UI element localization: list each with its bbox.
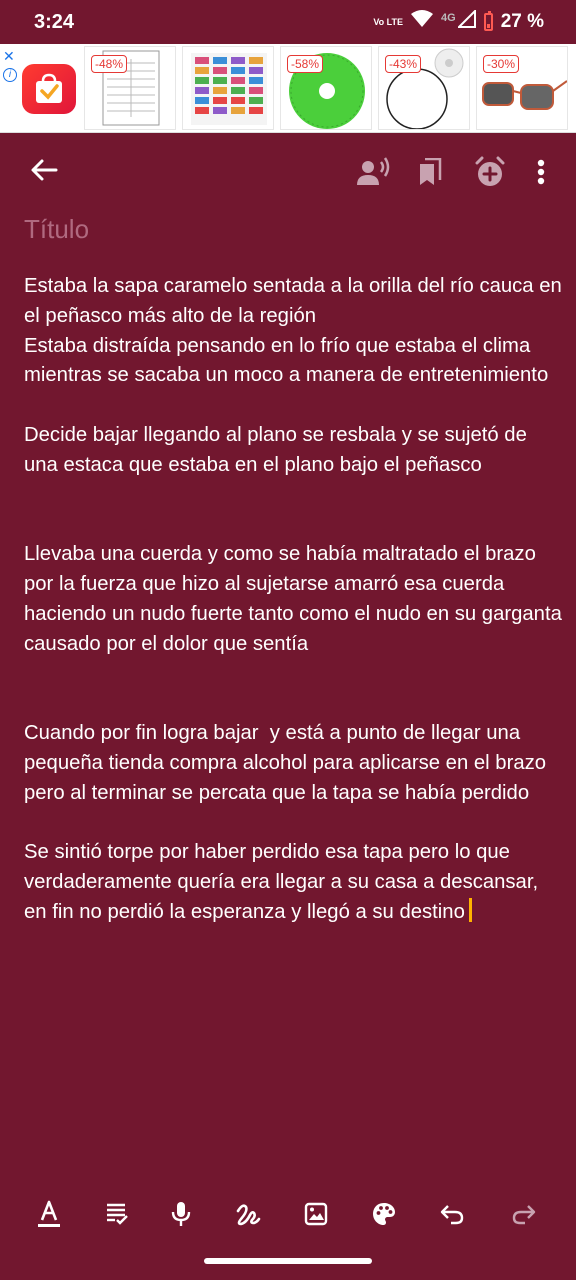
draw-button[interactable] — [230, 1196, 266, 1232]
undo-button[interactable] — [434, 1196, 470, 1232]
more-options-button[interactable] — [526, 154, 556, 190]
home-indicator[interactable] — [204, 1258, 372, 1264]
read-aloud-button[interactable] — [354, 154, 394, 190]
text-cursor — [468, 897, 472, 922]
voice-icon — [357, 157, 390, 185]
product-image — [191, 53, 267, 125]
redo-button[interactable] — [506, 1196, 542, 1232]
ad-app-logo[interactable] — [22, 64, 76, 114]
note-last-block: Se sintió torpe por haber perdido esa ta… — [24, 838, 564, 927]
arrow-back-icon — [31, 159, 58, 181]
image-icon — [304, 1202, 328, 1226]
bookmark-button[interactable] — [412, 154, 448, 190]
discount-badge: -43% — [385, 55, 422, 73]
text-format-icon — [38, 1200, 60, 1227]
note-body-editor[interactable]: Estaba la sapa caramelo sentada a la ori… — [24, 272, 564, 928]
redo-icon — [512, 1205, 536, 1225]
note-title-input[interactable]: Título — [24, 214, 89, 245]
discount-badge: -30% — [483, 55, 520, 73]
battery-icon — [483, 11, 493, 31]
battery-percent: 27 % — [500, 11, 544, 32]
network-type: 4G — [441, 12, 456, 24]
discount-badge: -48% — [91, 55, 128, 73]
status-icons: Vo LTE 4G 27 % — [373, 8, 544, 34]
wifi-icon — [411, 10, 433, 34]
checklist-icon — [107, 1203, 128, 1225]
reminder-button[interactable] — [470, 152, 510, 192]
ad-close-icon[interactable]: ✕ — [3, 48, 15, 65]
ad-info-icon[interactable]: i — [3, 68, 17, 82]
ad-product[interactable] — [182, 46, 274, 130]
add-image-button[interactable] — [298, 1196, 334, 1232]
add-reminder-icon — [475, 156, 505, 186]
ad-banner[interactable]: ✕ i -48% -58% -43% -30% — [0, 44, 576, 133]
note-paragraph: Llevaba una cuerda y como se había maltr… — [24, 543, 568, 655]
ad-product[interactable]: -58% — [280, 46, 372, 130]
checklist-button[interactable] — [100, 1196, 134, 1232]
note-paragraph: Se sintió torpe por haber perdido esa ta… — [24, 841, 539, 923]
status-bar: 3:24 Vo LTE 4G 27 % — [0, 0, 576, 44]
discount-badge: -58% — [287, 55, 324, 73]
note-paragraph: Cuando por fin logra bajar y está a punt… — [24, 721, 552, 804]
voice-input-button[interactable] — [164, 1196, 198, 1232]
undo-icon — [440, 1205, 464, 1225]
bottom-format-bar — [0, 1190, 576, 1240]
ad-product[interactable]: -48% — [84, 46, 176, 130]
note-toolbar — [0, 140, 576, 204]
status-time: 3:24 — [34, 11, 75, 33]
bookmark-icon — [420, 158, 442, 185]
palette-icon — [373, 1203, 395, 1225]
note-paragraph: Decide bajar llegando al plano se resbal… — [24, 423, 533, 476]
background-color-button[interactable] — [366, 1196, 402, 1232]
back-button[interactable] — [26, 152, 62, 188]
signal-icon — [456, 8, 476, 34]
more-vert-icon — [537, 159, 545, 185]
note-paragraph: Estaba la sapa caramelo sentada a la ori… — [24, 275, 562, 387]
text-format-button[interactable] — [32, 1196, 66, 1232]
ad-product[interactable]: -30% — [476, 46, 568, 130]
ad-products: -48% -58% -43% -30% — [84, 46, 568, 130]
volte-icon: Vo LTE — [373, 16, 403, 27]
ad-product[interactable]: -43% — [378, 46, 470, 130]
draw-icon — [236, 1204, 261, 1226]
mic-icon — [171, 1202, 191, 1226]
